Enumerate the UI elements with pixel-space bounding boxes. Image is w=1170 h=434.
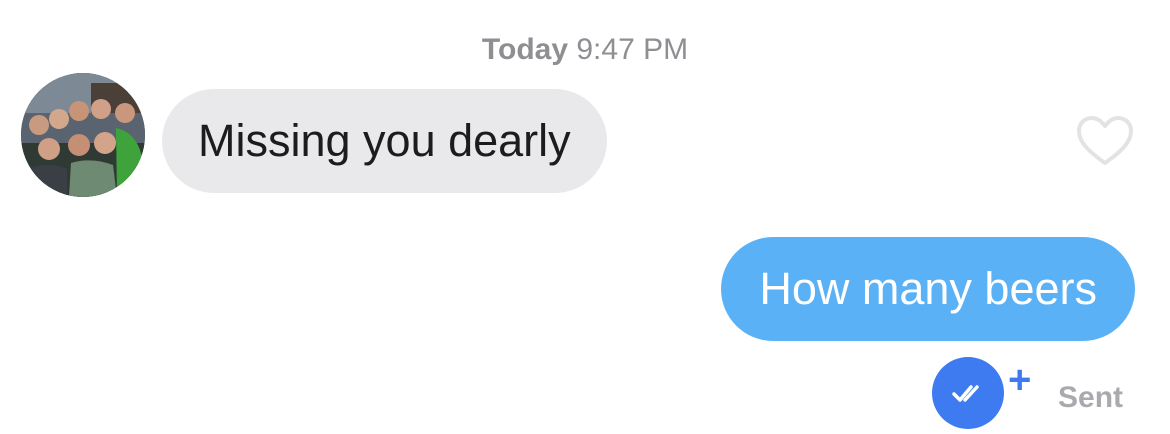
outgoing-message-bubble[interactable]: How many beers <box>721 237 1135 341</box>
group-photo-image <box>21 73 145 197</box>
timestamp-time: 9:47 PM <box>576 33 689 66</box>
incoming-message-text: Missing you dearly <box>198 115 571 166</box>
outgoing-message-text: How many beers <box>759 263 1097 314</box>
heart-icon[interactable] <box>1076 115 1134 167</box>
incoming-message-bubble[interactable]: Missing you dearly <box>162 89 607 193</box>
message-timestamp: Today 9:47 PM <box>0 30 1170 70</box>
plus-icon[interactable]: + <box>1008 360 1031 400</box>
read-receipt-badge[interactable] <box>932 357 1004 429</box>
sender-avatar[interactable] <box>21 73 145 197</box>
double-check-icon <box>952 385 979 402</box>
delivery-status: Sent <box>1058 381 1124 414</box>
timestamp-day: Today <box>481 33 569 66</box>
